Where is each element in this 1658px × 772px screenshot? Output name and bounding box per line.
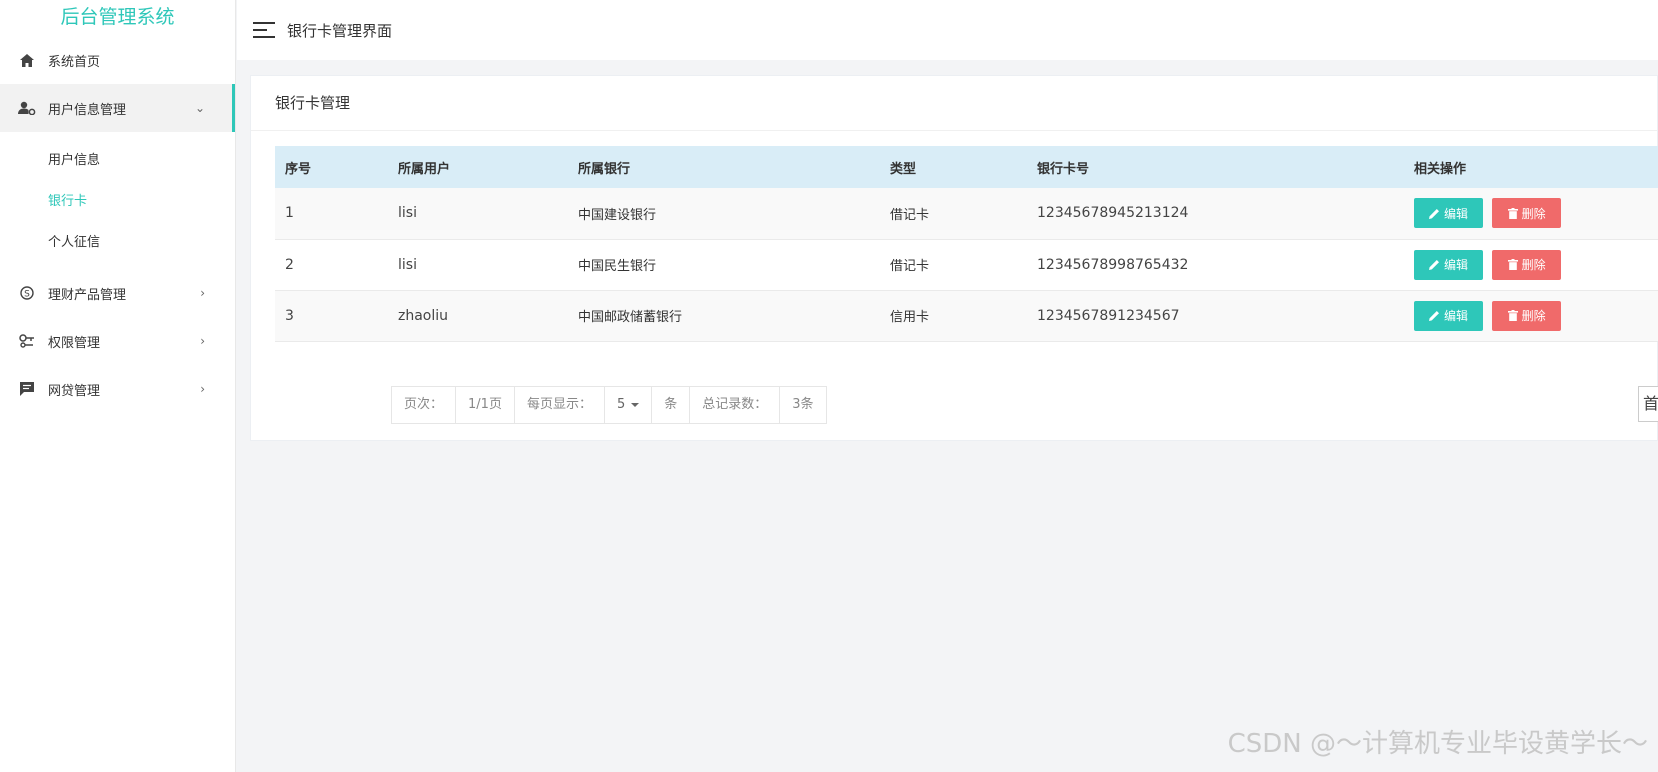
submenu-item-personal-credit[interactable]: 个人征信 (0, 222, 235, 263)
per-page-unit: 条 (652, 387, 691, 423)
column-header-card-number: 银行卡号 (1037, 161, 1090, 177)
cell-type: 借记卡 (890, 207, 930, 223)
top-bar: 银行卡管理界面 (237, 0, 1658, 60)
cell-user: lisi (398, 256, 417, 273)
sidebar-item-permissions[interactable]: 权限管理 › (0, 317, 235, 365)
trash-icon (1507, 207, 1518, 219)
per-page-label: 每页显示： (515, 387, 605, 423)
app-logo-title: 后台管理系统 (60, 6, 175, 28)
total-value: 3条 (792, 397, 814, 412)
chevron-right-icon: › (200, 382, 205, 396)
column-header-actions: 相关操作 (1414, 161, 1467, 177)
edit-button[interactable]: 编辑 (1414, 300, 1483, 331)
sidebar-item-user-info-management[interactable]: 用户信息管理 ⌄ (0, 84, 235, 132)
delete-button[interactable]: 删除 (1492, 249, 1562, 280)
user-settings-icon (18, 99, 36, 117)
sidebar: 后台管理系统 系统首页 用户信息管理 ⌄ 用户信息 银行卡 个人征信 S 理财产… (0, 0, 236, 772)
cell-actions: 编辑 删除 (1404, 290, 1658, 341)
sidebar-item-label: 用户信息管理 (48, 102, 127, 118)
cell-user: lisi (398, 205, 417, 222)
cell-bank: 中国民生银行 (578, 259, 657, 274)
chevron-right-icon: › (200, 286, 205, 300)
bank-card-table: 序号 所属用户 所属银行 类型 银行卡号 相关操作 1 lisi 中国建设银行 … (275, 146, 1658, 342)
submenu-item-user-info[interactable]: 用户信息 (0, 140, 235, 181)
sidebar-item-label: 权限管理 (48, 335, 101, 351)
table-row: 1 lisi 中国建设银行 借记卡 12345678945213124 编辑 删… (275, 188, 1658, 239)
pencil-icon (1428, 260, 1439, 270)
cell-index: 3 (285, 307, 294, 324)
chevron-right-icon: › (200, 334, 205, 348)
cell-card-number: 1234567891234567 (1037, 307, 1180, 324)
edit-button[interactable]: 编辑 (1414, 249, 1483, 280)
page-title: 银行卡管理界面 (287, 21, 393, 40)
first-page-button[interactable]: 首页 (1638, 386, 1658, 422)
page-value: 1/1页 (456, 387, 515, 423)
sidebar-item-finance-products[interactable]: S 理财产品管理 › (0, 269, 235, 317)
key-icon (18, 332, 36, 350)
panel-title: 银行卡管理 (251, 76, 1657, 131)
delete-button-label: 删除 (1521, 258, 1546, 272)
cell-type: 借记卡 (890, 259, 930, 274)
sidebar-item-online-loans[interactable]: 网贷管理 › (0, 365, 235, 413)
cell-index: 1 (285, 205, 294, 222)
column-header-user: 所属用户 (398, 161, 451, 177)
edit-button-label: 编辑 (1443, 258, 1468, 272)
cell-card-number: 12345678945213124 (1037, 205, 1189, 222)
trash-icon (1507, 259, 1518, 270)
submenu-item-bank-card[interactable]: 银行卡 (0, 181, 235, 222)
delete-button[interactable]: 删除 (1492, 300, 1562, 331)
sidebar-item-label: 理财产品管理 (48, 287, 127, 303)
finance-icon: S (18, 284, 36, 302)
cell-bank: 中国建设银行 (578, 207, 657, 223)
page-label: 页次： (392, 387, 457, 423)
chat-icon (18, 380, 36, 398)
column-header-bank: 所属银行 (578, 161, 631, 177)
per-page-value: 5 (616, 397, 626, 412)
submenu-user-info: 用户信息 银行卡 个人征信 (0, 132, 235, 269)
chevron-down-icon: ⌄ (194, 101, 205, 115)
cell-bank: 中国邮政储蓄银行 (578, 310, 683, 325)
column-header-index: 序号 (285, 161, 312, 177)
cell-type: 信用卡 (890, 310, 930, 325)
sidebar-item-home[interactable]: 系统首页 (0, 36, 235, 84)
cell-actions: 编辑 删除 (1404, 188, 1658, 239)
sidebar-item-label: 系统首页 (48, 54, 101, 70)
home-icon (18, 51, 36, 69)
sidebar-item-label: 网贷管理 (48, 383, 101, 399)
pagination-bar: 页次： 1/1页 每页显示： 5 条 总记录数： 3条 (391, 386, 827, 424)
cell-index: 2 (285, 256, 294, 273)
column-header-type: 类型 (890, 161, 917, 177)
menu-toggle-icon[interactable] (253, 22, 275, 38)
cell-card-number: 12345678998765432 (1037, 256, 1189, 273)
bank-card-panel: 银行卡管理 序号 所属用户 所属银行 类型 银行卡号 相关操作 1 lisi 中… (250, 75, 1658, 441)
trash-icon (1507, 310, 1518, 321)
pencil-icon (1428, 311, 1439, 321)
svg-text:S: S (24, 290, 30, 300)
pencil-icon (1428, 208, 1439, 219)
table-row: 2 lisi 中国民生银行 借记卡 12345678998765432 编辑 删… (275, 239, 1658, 290)
delete-button-label: 删除 (1521, 206, 1546, 221)
table-row: 3 zhaoliu 中国邮政储蓄银行 信用卡 1234567891234567 … (275, 290, 1658, 341)
per-page-select[interactable]: 5 (605, 387, 653, 423)
edit-button[interactable]: 编辑 (1414, 198, 1483, 229)
cell-user: zhaoliu (398, 307, 449, 324)
edit-button-label: 编辑 (1443, 206, 1468, 221)
delete-button[interactable]: 删除 (1492, 198, 1562, 229)
delete-button-label: 删除 (1521, 309, 1546, 323)
caret-down-icon (631, 402, 640, 407)
watermark: CSDN @～计算机专业毕设黄学长～ (1227, 729, 1648, 759)
cell-actions: 编辑 删除 (1404, 239, 1658, 290)
total-label: 总记录数： (690, 387, 781, 423)
edit-button-label: 编辑 (1443, 309, 1468, 323)
table-header-row: 序号 所属用户 所属银行 类型 银行卡号 相关操作 (275, 146, 1658, 188)
